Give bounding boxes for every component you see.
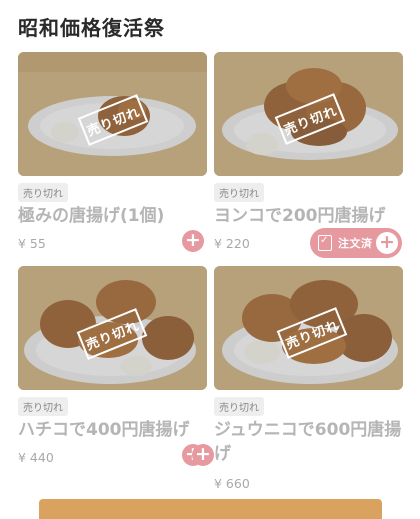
item-name: ジュウニコで600円唐揚げ [214,420,402,464]
next-item-photo-peek [39,499,382,519]
item-price: ¥ 55 [18,236,46,251]
item-name: ヨンコで200円唐揚げ [214,206,386,226]
item-price: ¥ 220 [214,236,250,251]
food-photo[interactable]: 売り切れ [18,266,207,390]
item-price: ¥ 440 [18,450,54,465]
plus-icon[interactable]: + [182,230,204,252]
sold-out-badge: 売り切れ [214,183,264,202]
item-price: ¥ 660 [214,476,250,491]
order-doc-icon [318,235,332,251]
food-photo[interactable]: 売り切れ [214,266,403,390]
food-photo[interactable]: 売り切れ [18,52,207,176]
sold-out-badge: 売り切れ [18,397,68,416]
ordered-label: 注文済 [338,237,373,250]
plus-icon[interactable]: + [376,232,398,254]
ordered-button[interactable]: 注文済 + [310,228,402,258]
food-photo[interactable]: 売り切れ [214,52,403,176]
item-name: 極みの唐揚げ(1個) [18,206,165,226]
plus-icon[interactable]: + [192,444,214,466]
sold-out-badge: 売り切れ [214,397,264,416]
sold-out-badge: 売り切れ [18,183,68,202]
item-name: ハチコで400円唐揚げ [18,420,190,440]
page-title: 昭和価格復活祭 [18,16,165,40]
